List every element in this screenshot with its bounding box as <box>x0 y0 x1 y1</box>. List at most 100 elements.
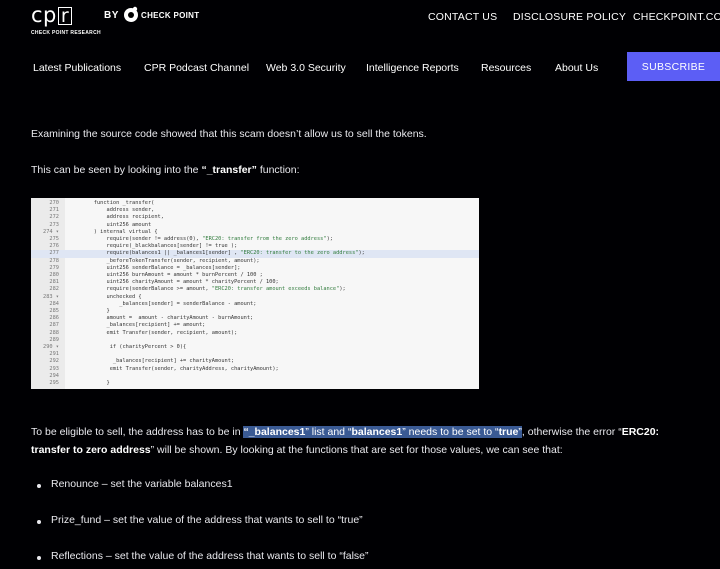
code-line: 281 uint256 charityAmount = amount * cha… <box>31 279 479 286</box>
cpr-logo-mark: cp r <box>31 3 73 27</box>
eligibility-text-b: , otherwise the error “ <box>521 426 622 438</box>
code-line-number: 273 <box>49 221 59 228</box>
main-nav: Latest Publications CPR Podcast Channel … <box>0 50 720 82</box>
error-erc20: ERC20: <box>621 426 660 438</box>
checkpoint-com-link[interactable]: CHECKPOINT.COM <box>633 11 720 23</box>
nav-latest-publications[interactable]: Latest Publications <box>33 62 121 74</box>
code-line-text: uint256 amount <box>81 221 152 228</box>
bullet-dot <box>37 484 41 488</box>
check-point-logo[interactable]: CHECK POINT <box>122 5 202 25</box>
transfer-function-name: “_transfer” <box>201 164 257 176</box>
code-line-number: 274 ▾ <box>43 228 59 235</box>
code-line-number: 281 <box>49 279 59 286</box>
code-line-number: 293 <box>49 365 59 372</box>
code-line-text: uint256 senderBalance = _balances[sender… <box>81 264 241 271</box>
by-label: BY <box>104 10 119 21</box>
paragraph-intro: Examining the source code showed that th… <box>31 128 427 140</box>
code-line-text: require(_blackbalances[sender] != true )… <box>81 243 238 250</box>
selected-text: “_balances1” list and “balances1” needs … <box>243 426 522 438</box>
code-line-number: 286 <box>49 315 59 322</box>
code-line: 273 uint256 amount <box>31 222 479 229</box>
code-line-text: address sender, <box>81 207 155 214</box>
code-line-text: require(senderBalance >= amount, "ERC20:… <box>81 286 346 293</box>
code-line-number: 288 <box>49 329 59 336</box>
code-line-text: require(balances1 || _balances1[sender] … <box>81 250 365 257</box>
list-item-text: Renounce – set the variable balances1 <box>51 478 233 490</box>
code-line-number: 271 <box>49 207 59 214</box>
code-line-number: 284 <box>49 300 59 307</box>
code-line-text: emit Transfer(sender, recipient, amount)… <box>81 329 238 336</box>
code-line-number: 294 <box>49 372 59 379</box>
code-line-number: 290 ▾ <box>43 344 59 350</box>
code-line-text: require(sender != address(0), "ERC20: tr… <box>81 236 333 242</box>
code-line: 291 <box>31 351 479 358</box>
paragraph-transfer-pre: This can be seen by looking into the <box>31 164 202 176</box>
code-screenshot: 270 function _transfer(271 address sende… <box>31 198 479 389</box>
cpr-logo[interactable]: cp r CHECK POINT RESEARCH <box>31 3 101 36</box>
nav-cpr-podcast-channel[interactable]: CPR Podcast Channel <box>144 62 249 74</box>
code-line-text: if (charityPercent > 0){ <box>81 344 187 350</box>
nav-web3-security[interactable]: Web 3.0 Security <box>266 62 346 74</box>
code-line-number: 283 ▾ <box>43 293 59 300</box>
code-line-number: 276 <box>49 243 59 250</box>
code-line: 285 } <box>31 308 479 315</box>
code-line: 270 function _transfer( <box>31 200 479 207</box>
nav-intelligence-reports[interactable]: Intelligence Reports <box>366 62 459 74</box>
code-line-number: 270 <box>49 200 59 206</box>
code-line-number: 287 <box>49 322 59 329</box>
code-line: 272 address recipient, <box>31 214 479 221</box>
code-line: 276 require(_blackbalances[sender] != tr… <box>31 243 479 250</box>
list-item-text: Reflections – set the value of the addre… <box>51 550 369 562</box>
code-line: 295 } <box>31 380 479 387</box>
code-line-number: 279 <box>49 264 59 271</box>
code-line: 279 uint256 senderBalance = _balances[se… <box>31 265 479 272</box>
code-line-number: 275 <box>49 236 59 242</box>
code-line: 292 _balances[recipient] += charityAmoun… <box>31 358 479 365</box>
error-transfer-zero: transfer to zero address <box>31 444 151 456</box>
code-line-text: uint256 charityAmount = amount * charity… <box>81 279 279 286</box>
code-line-text: function _transfer( <box>81 200 155 206</box>
check-point-logo-icon <box>124 6 138 22</box>
code-line-text: _balances[recipient] += amount; <box>81 322 206 329</box>
code-line-text: _balances[recipient] += charityAmount; <box>81 358 235 365</box>
top-bar: cp r CHECK POINT RESEARCH BY CHECK POINT … <box>0 0 720 40</box>
code-line: 294 <box>31 373 479 380</box>
code-line-text: emit Transfer(sender, charityAddress, ch… <box>81 365 279 372</box>
code-line: 271 address sender, <box>31 207 479 214</box>
list-item-text: Prize_fund – set the value of the addres… <box>51 514 363 526</box>
contact-us-link[interactable]: CONTACT US <box>428 11 497 23</box>
code-line-text: amount = amount - charityAmount - burnAm… <box>81 315 254 322</box>
code-line: 289 <box>31 337 479 344</box>
code-line: 286 amount = amount - charityAmount - bu… <box>31 315 479 322</box>
code-line: 274 ▾ ) internal virtual { <box>31 229 479 236</box>
paragraph-transfer-post: function: <box>256 164 300 176</box>
code-line-text: uint256 burnAmount = amount * burnPercen… <box>81 272 263 278</box>
code-line-number: 272 <box>49 214 59 221</box>
code-line-text: } <box>81 308 110 314</box>
code-line-number: 277 <box>49 250 59 257</box>
code-line-number: 278 <box>49 257 59 264</box>
balances1-list-name: “_balances1 <box>243 426 306 438</box>
cpr-logo-subtitle: CHECK POINT RESEARCH <box>31 30 101 36</box>
disclosure-policy-link[interactable]: DISCLOSURE POLICY <box>513 11 626 23</box>
nav-about-us[interactable]: About Us <box>555 62 598 74</box>
check-point-logo-text: CHECK POINT <box>141 11 200 20</box>
subscribe-button[interactable]: SUBSCRIBE <box>627 52 720 81</box>
selected-text-part: ” needs to be set to “ <box>402 426 499 438</box>
code-line: 288 emit Transfer(sender, recipient, amo… <box>31 330 479 337</box>
nav-resources[interactable]: Resources <box>481 62 531 74</box>
code-line-text: _balances[sender] = senderBalance - amou… <box>81 300 257 307</box>
code-line-number: 292 <box>49 358 59 365</box>
code-line: 280 uint256 burnAmount = amount * burnPe… <box>31 272 479 279</box>
bullet-dot <box>37 520 41 524</box>
code-line: 283 ▾ unchecked { <box>31 294 479 301</box>
code-line-number: 295 <box>49 380 59 386</box>
code-line: 290 ▾ if (charityPercent > 0){ <box>31 344 479 351</box>
code-line: 287 _balances[recipient] += amount; <box>31 322 479 329</box>
true-value: true <box>498 426 519 438</box>
eligibility-text-a: To be eligible to sell, the address has … <box>31 426 244 438</box>
balances1-var-name: balances1 <box>351 426 403 438</box>
bullet-dot <box>37 556 41 560</box>
code-line: 284 _balances[sender] = senderBalance - … <box>31 301 479 308</box>
code-line: 278 _beforeTokenTransfer(sender, recipie… <box>31 258 479 265</box>
